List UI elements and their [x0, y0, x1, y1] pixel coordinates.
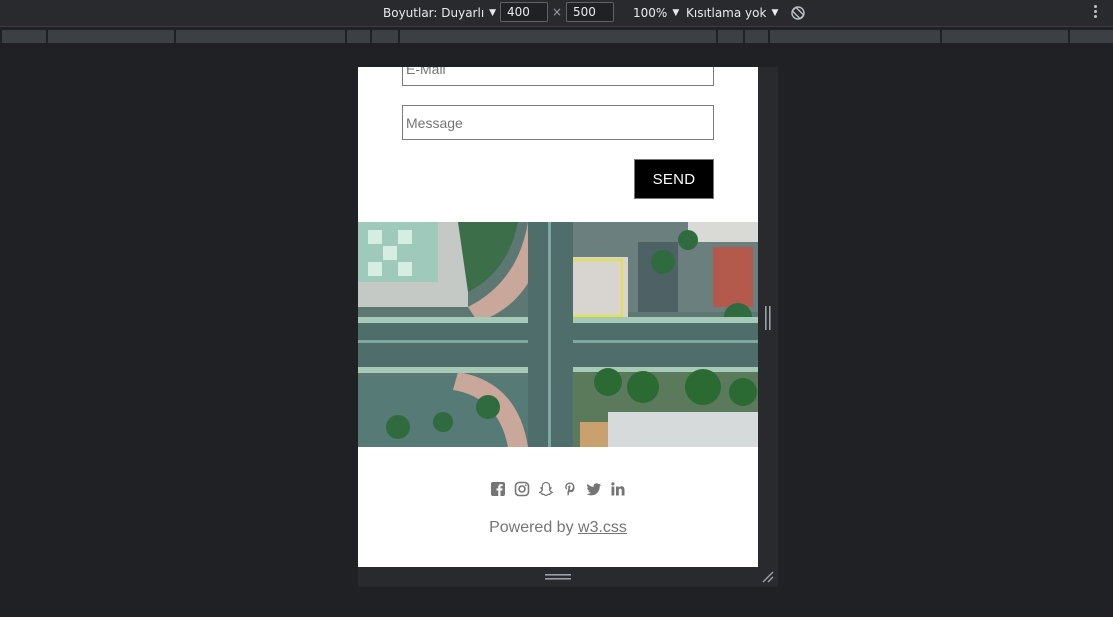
dimensions-dropdown[interactable]: Boyutlar: Duyarlı ▼	[383, 0, 496, 26]
powered-by-text: Powered by w3.css	[358, 519, 758, 537]
aerial-city-image	[358, 222, 758, 447]
media-query-segment[interactable]	[372, 30, 398, 43]
media-query-segment[interactable]	[176, 30, 345, 43]
media-query-segment[interactable]	[745, 30, 768, 43]
send-button[interactable]: SEND	[634, 159, 714, 199]
media-query-segment[interactable]	[718, 30, 743, 43]
media-query-segment[interactable]	[2, 30, 46, 43]
media-query-segment[interactable]	[942, 30, 1068, 43]
media-query-segment[interactable]	[1070, 30, 1113, 43]
snapchat-icon[interactable]	[538, 481, 554, 497]
pinterest-icon[interactable]	[562, 481, 578, 497]
email-field[interactable]	[402, 67, 714, 86]
more-vert-icon[interactable]	[1094, 5, 1098, 21]
times-sign: ×	[552, 5, 563, 19]
rotate-icon[interactable]	[790, 5, 806, 24]
media-query-segment[interactable]	[347, 30, 370, 43]
caret-down-icon: ▼	[489, 8, 497, 18]
social-icons	[358, 481, 758, 499]
media-query-segment[interactable]	[770, 30, 940, 43]
twitter-icon[interactable]	[586, 481, 602, 497]
linkedin-icon[interactable]	[610, 481, 626, 497]
dimensions-label: Boyutlar: Duyarlı	[383, 6, 485, 20]
media-query-bar[interactable]	[0, 27, 1113, 45]
zoom-dropdown[interactable]: 100% ▼	[633, 0, 679, 26]
horizontal-grip-icon[interactable]	[545, 574, 571, 581]
throttle-dropdown[interactable]: Kısıtlama yok ▼	[686, 0, 778, 26]
throttle-label: Kısıtlama yok	[686, 6, 767, 20]
zoom-label: 100%	[633, 6, 668, 20]
powered-prefix: Powered by	[489, 519, 579, 536]
instagram-icon[interactable]	[514, 481, 530, 497]
caret-down-icon: ▼	[771, 8, 779, 18]
facebook-icon[interactable]	[490, 481, 506, 497]
w3css-link[interactable]: w3.css	[578, 519, 627, 536]
media-query-segment[interactable]	[48, 30, 174, 43]
media-query-segment[interactable]	[400, 30, 716, 43]
message-field[interactable]	[402, 105, 714, 140]
height-input[interactable]	[566, 2, 614, 22]
device-viewport: SEND	[358, 67, 758, 567]
caret-down-icon: ▼	[672, 8, 680, 18]
device-toolbar: Boyutlar: Duyarlı ▼ × 100% ▼ Kısıtlama y…	[0, 0, 1113, 27]
vertical-grip-icon[interactable]	[765, 306, 771, 330]
width-input[interactable]	[500, 2, 548, 22]
corner-resize-icon[interactable]	[760, 569, 776, 585]
